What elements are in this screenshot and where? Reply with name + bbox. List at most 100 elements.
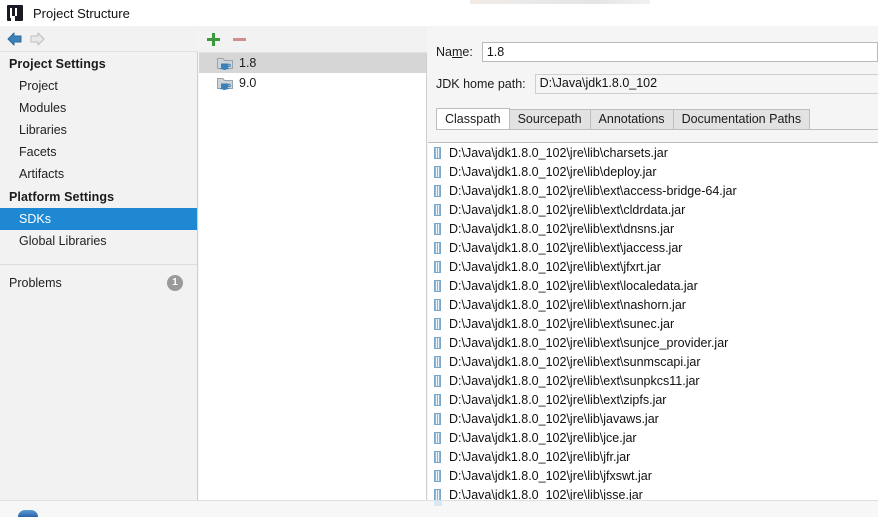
sdk-detail-panel: Name: JDK home path: D:\Java\jdk1.8.0_10…: [428, 26, 878, 500]
classpath-list-item[interactable]: D:\Java\jdk1.8.0_102\jre\lib\ext\dnsns.j…: [428, 219, 878, 238]
jar-file-icon: [434, 298, 441, 311]
sidebar-item-artifacts[interactable]: Artifacts: [0, 163, 197, 185]
classpath-list-item[interactable]: D:\Java\jdk1.8.0_102\jre\lib\javaws.jar: [428, 409, 878, 428]
jar-file-icon: [434, 469, 441, 482]
problems-count-badge: 1: [167, 275, 183, 291]
classpath-list: D:\Java\jdk1.8.0_102\jre\lib\charsets.ja…: [428, 142, 878, 500]
jar-file-icon: [434, 450, 441, 463]
classpath-list-item[interactable]: D:\Java\jdk1.8.0_102\jre\lib\jfr.jar: [428, 447, 878, 466]
classpath-list-item[interactable]: D:\Java\jdk1.8.0_102\jre\lib\ext\access-…: [428, 181, 878, 200]
sidebar-item-project[interactable]: Project: [0, 75, 197, 97]
sidebar-item-sdks[interactable]: SDKs: [0, 208, 197, 230]
classpath-list-item-label: D:\Java\jdk1.8.0_102\jre\lib\jsse.jar: [449, 487, 643, 501]
classpath-list-item[interactable]: D:\Java\jdk1.8.0_102\jre\lib\ext\zipfs.j…: [428, 390, 878, 409]
taskbar-chip-icon[interactable]: [18, 510, 38, 517]
classpath-list-item[interactable]: D:\Java\jdk1.8.0_102\jre\lib\deploy.jar: [428, 162, 878, 181]
classpath-list-item[interactable]: D:\Java\jdk1.8.0_102\jre\lib\ext\sunmsca…: [428, 352, 878, 371]
project-structure-window: Project Structure Project Settings Proje…: [0, 0, 878, 517]
jar-file-icon: [434, 431, 441, 444]
jar-file-icon: [434, 260, 441, 273]
sidebar-item-global-libraries[interactable]: Global Libraries: [0, 230, 197, 252]
tab-sourcepath[interactable]: Sourcepath: [508, 109, 591, 129]
tab-classpath[interactable]: Classpath: [436, 108, 510, 129]
sdk-list-item-1-8[interactable]: 1.8: [199, 53, 426, 73]
sdk-list-toolbar: [199, 26, 427, 52]
classpath-list-item[interactable]: D:\Java\jdk1.8.0_102\jre\lib\ext\jfxrt.j…: [428, 257, 878, 276]
sdk-list-item-label: 1.8: [239, 56, 257, 70]
sdk-name-row: Name:: [428, 41, 878, 63]
classpath-list-item-label: D:\Java\jdk1.8.0_102\jre\lib\ext\sunec.j…: [449, 316, 675, 331]
jar-file-icon: [434, 336, 441, 349]
remove-sdk-button[interactable]: [230, 30, 248, 48]
classpath-list-item-label: D:\Java\jdk1.8.0_102\jre\lib\charsets.ja…: [449, 145, 668, 160]
sdk-name-input[interactable]: [481, 42, 878, 62]
back-button[interactable]: [4, 28, 26, 50]
classpath-list-item-label: D:\Java\jdk1.8.0_102\jre\lib\ext\cldrdat…: [449, 202, 686, 217]
classpath-row-cutoff: [434, 500, 442, 506]
jar-file-icon: [434, 279, 441, 292]
jar-file-icon: [434, 393, 441, 406]
classpath-list-item[interactable]: D:\Java\jdk1.8.0_102\jre\lib\ext\sunpkcs…: [428, 371, 878, 390]
sidebar-group-platform-settings: Platform Settings: [9, 190, 115, 204]
jar-file-icon: [434, 241, 441, 254]
classpath-list-item[interactable]: D:\Java\jdk1.8.0_102\jre\lib\jce.jar: [428, 428, 878, 447]
window-title: Project Structure: [33, 5, 130, 21]
plus-icon: [206, 32, 220, 46]
sidebar-item-modules[interactable]: Modules: [0, 97, 197, 119]
classpath-list-item[interactable]: D:\Java\jdk1.8.0_102\jre\lib\jfxswt.jar: [428, 466, 878, 485]
sidebar-item-problems-label: Problems: [9, 276, 62, 290]
jar-file-icon: [434, 317, 441, 330]
tab-annotations[interactable]: Annotations: [589, 109, 674, 129]
arrow-right-icon: [30, 32, 45, 45]
classpath-list-item[interactable]: D:\Java\jdk1.8.0_102\jre\lib\ext\jaccess…: [428, 238, 878, 257]
jdk-folder-icon: [217, 58, 233, 70]
classpath-list-item[interactable]: D:\Java\jdk1.8.0_102\jre\lib\ext\nashorn…: [428, 295, 878, 314]
classpath-list-item-label: D:\Java\jdk1.8.0_102\jre\lib\jfxswt.jar: [449, 468, 652, 483]
classpath-list-item-label: D:\Java\jdk1.8.0_102\jre\lib\ext\sunmsca…: [449, 354, 701, 369]
jar-file-icon: [434, 146, 441, 159]
sdk-name-label: Name:: [436, 45, 473, 59]
classpath-list-item-label: D:\Java\jdk1.8.0_102\jre\lib\deploy.jar: [449, 164, 657, 179]
jdk-home-path-row: JDK home path: D:\Java\jdk1.8.0_102: [428, 73, 878, 95]
add-sdk-button[interactable]: [204, 30, 222, 48]
sidebar-item-facets[interactable]: Facets: [0, 141, 197, 163]
title-bar: Project Structure: [0, 0, 878, 26]
classpath-list-item-label: D:\Java\jdk1.8.0_102\jre\lib\ext\zipfs.j…: [449, 392, 667, 407]
jar-file-icon: [434, 165, 441, 178]
arrow-left-icon: [7, 32, 22, 45]
classpath-list-item-label: D:\Java\jdk1.8.0_102\jre\lib\jfr.jar: [449, 449, 631, 464]
top-edge-artifact: [470, 0, 650, 4]
sdk-list-item-9-0[interactable]: 9.0: [199, 73, 426, 93]
classpath-list-item[interactable]: D:\Java\jdk1.8.0_102\jre\lib\ext\sunec.j…: [428, 314, 878, 333]
navigation-toolbar: [0, 26, 198, 52]
jar-file-icon: [434, 374, 441, 387]
jdk-home-path-label: JDK home path:: [436, 77, 526, 91]
classpath-list-item-label: D:\Java\jdk1.8.0_102\jre\lib\ext\sunpkcs…: [449, 373, 700, 388]
sdk-list: 1.8 9.0: [199, 52, 427, 500]
classpath-list-item-label: D:\Java\jdk1.8.0_102\jre\lib\javaws.jar: [449, 411, 659, 426]
classpath-list-item[interactable]: D:\Java\jdk1.8.0_102\jre\lib\ext\sunjce_…: [428, 333, 878, 352]
jar-file-icon: [434, 222, 441, 235]
jdk-home-path-value[interactable]: D:\Java\jdk1.8.0_102: [534, 74, 878, 94]
classpath-list-item-label: D:\Java\jdk1.8.0_102\jre\lib\ext\jaccess…: [449, 240, 683, 255]
classpath-list-item-label: D:\Java\jdk1.8.0_102\jre\lib\jce.jar: [449, 430, 637, 445]
sidebar-item-libraries[interactable]: Libraries: [0, 119, 197, 141]
classpath-list-item-label: D:\Java\jdk1.8.0_102\jre\lib\ext\access-…: [449, 183, 737, 198]
classpath-list-item[interactable]: D:\Java\jdk1.8.0_102\jre\lib\ext\localed…: [428, 276, 878, 295]
intellij-idea-logo-icon: [7, 5, 23, 21]
classpath-list-item-label: D:\Java\jdk1.8.0_102\jre\lib\ext\localed…: [449, 278, 698, 293]
tab-documentation-paths[interactable]: Documentation Paths: [672, 109, 811, 129]
classpath-list-item-label: D:\Java\jdk1.8.0_102\jre\lib\ext\sunjce_…: [449, 335, 729, 350]
sdk-list-item-label: 9.0: [239, 76, 257, 90]
classpath-list-item[interactable]: D:\Java\jdk1.8.0_102\jre\lib\jsse.jar: [428, 485, 878, 500]
classpath-list-item-label: D:\Java\jdk1.8.0_102\jre\lib\ext\nashorn…: [449, 297, 686, 312]
classpath-list-item[interactable]: D:\Java\jdk1.8.0_102\jre\lib\ext\cldrdat…: [428, 200, 878, 219]
classpath-list-item-label: D:\Java\jdk1.8.0_102\jre\lib\ext\dnsns.j…: [449, 221, 675, 236]
sidebar-item-problems[interactable]: Problems 1: [0, 265, 197, 295]
jdk-folder-icon: [217, 78, 233, 90]
jar-file-icon: [434, 203, 441, 216]
jar-file-icon: [434, 355, 441, 368]
jar-file-icon: [434, 184, 441, 197]
forward-button[interactable]: [26, 28, 48, 50]
classpath-list-item[interactable]: D:\Java\jdk1.8.0_102\jre\lib\charsets.ja…: [428, 143, 878, 162]
